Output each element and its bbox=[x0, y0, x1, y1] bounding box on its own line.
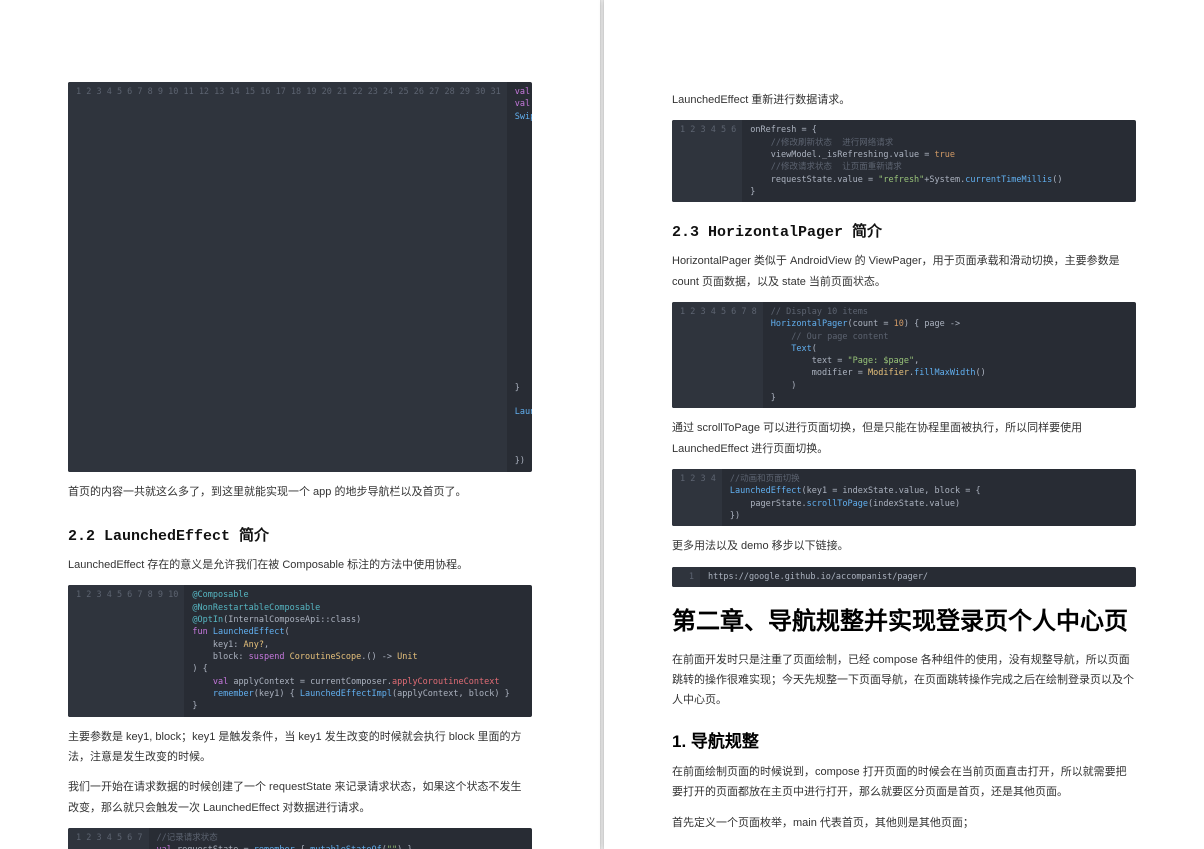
page-left: 1 2 3 4 5 6 7 8 9 10 11 12 13 14 15 16 1… bbox=[0, 0, 600, 849]
paragraph: LaunchedEffect 重新进行数据请求。 bbox=[672, 90, 1136, 110]
paragraph: 我们一开始在请求数据的时候创建了一个 requestState 来记录请求状态，… bbox=[68, 777, 532, 818]
paragraph: 在前面开发时只是注重了页面绘制，已经 compose 各种组件的使用，没有规整导… bbox=[672, 650, 1136, 711]
code-block-url: 1https://google.github.io/accompanist/pa… bbox=[672, 567, 1136, 587]
paragraph: 主要参数是 key1, block；key1 是触发条件，当 key1 发生改变… bbox=[68, 727, 532, 768]
code-block-swipe-refresh: 1 2 3 4 5 6 7 8 9 10 11 12 13 14 15 16 1… bbox=[68, 82, 532, 472]
code-block-horizontal-pager: 1 2 3 4 5 6 7 8// Display 10 items Horiz… bbox=[672, 302, 1136, 409]
paragraph: 在前面绘制页面的时候说到，compose 打开页面的时候会在当前页面直击打开，所… bbox=[672, 762, 1136, 803]
code-block-request-state: 1 2 3 4 5 6 7//记录请求状态 val requestState =… bbox=[68, 828, 532, 849]
chapter-2-title: 第二章、导航规整并实现登录页个人中心页 bbox=[672, 605, 1136, 640]
paragraph: 通过 scrollToPage 可以进行页面切换，但是只能在协程里面被执行，所以… bbox=[672, 418, 1136, 459]
code-block-scroll-to-page: 1 2 3 4//动画和页面切换 LaunchedEffect(key1 = i… bbox=[672, 469, 1136, 526]
code-block-launched-effect-def: 1 2 3 4 5 6 7 8 9 10@Composable @NonRest… bbox=[68, 585, 532, 716]
heading-2-2: 2.2 LaunchedEffect 简介 bbox=[68, 524, 532, 545]
code-block-onrefresh: 1 2 3 4 5 6onRefresh = { //修改刷新状态 进行网络请求… bbox=[672, 120, 1136, 202]
two-page-spread: 1 2 3 4 5 6 7 8 9 10 11 12 13 14 15 16 1… bbox=[0, 0, 1204, 849]
heading-1-nav: 1. 导航规整 bbox=[672, 727, 1136, 752]
page-right: LaunchedEffect 重新进行数据请求。 1 2 3 4 5 6onRe… bbox=[604, 0, 1204, 849]
paragraph: 首页的内容一共就这么多了，到这里就能实现一个 app 的地步导航栏以及首页了。 bbox=[68, 482, 532, 502]
paragraph: HorizontalPager 类似于 AndroidView 的 ViewPa… bbox=[672, 251, 1136, 292]
paragraph: 首先定义一个页面枚举，main 代表首页，其他则是其他页面； bbox=[672, 813, 1136, 833]
paragraph: LaunchedEffect 存在的意义是允许我们在被 Composable 标… bbox=[68, 555, 532, 575]
heading-2-3: 2.3 HorizontalPager 简介 bbox=[672, 220, 1136, 241]
paragraph: 更多用法以及 demo 移步以下链接。 bbox=[672, 536, 1136, 556]
